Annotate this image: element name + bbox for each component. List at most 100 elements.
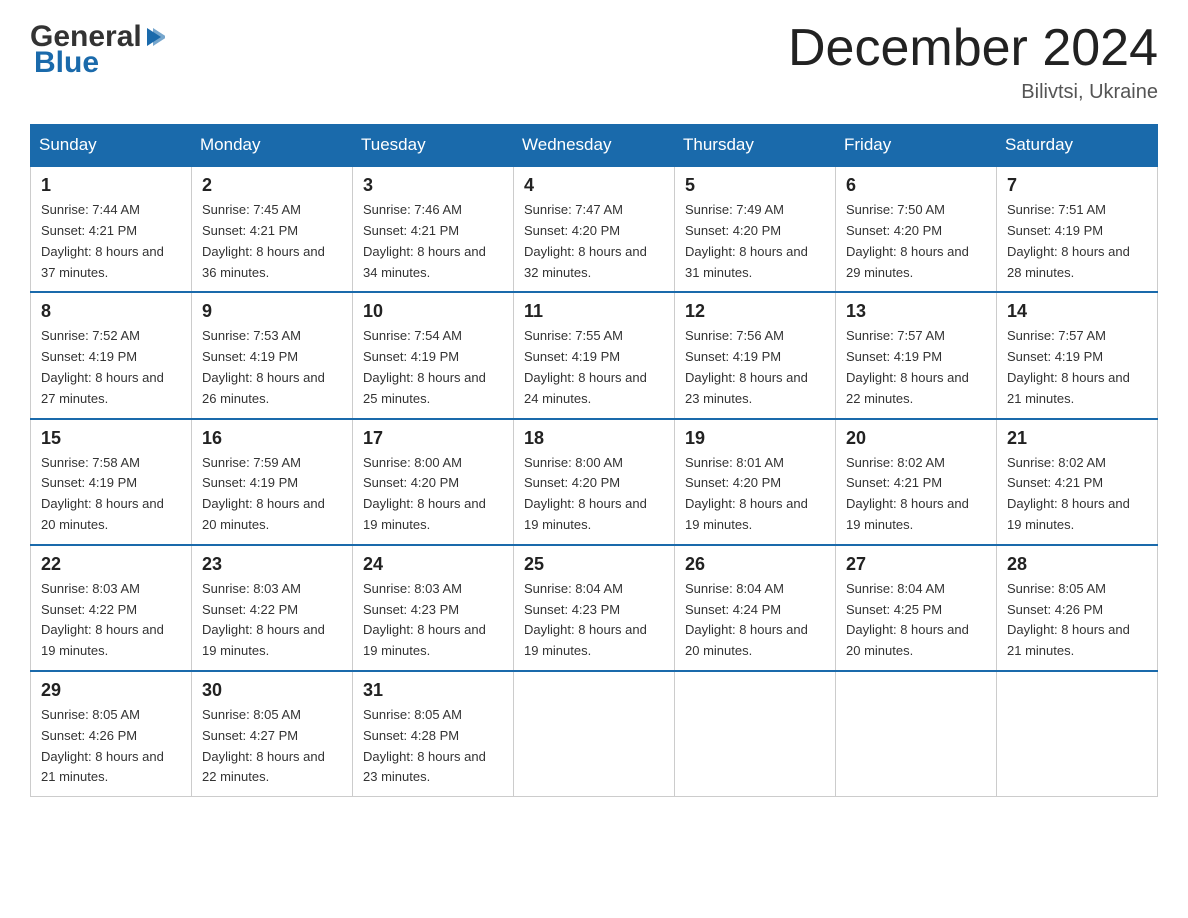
- daylight-label: Daylight: 8 hours and 21 minutes.: [1007, 370, 1130, 406]
- day-number: 30: [202, 680, 342, 701]
- sunset-label: Sunset: 4:23 PM: [363, 602, 459, 617]
- col-thursday: Thursday: [675, 125, 836, 167]
- table-row: 11 Sunrise: 7:55 AM Sunset: 4:19 PM Dayl…: [514, 292, 675, 418]
- sunrise-label: Sunrise: 8:00 AM: [363, 455, 462, 470]
- sunset-label: Sunset: 4:20 PM: [363, 475, 459, 490]
- daylight-label: Daylight: 8 hours and 20 minutes.: [685, 622, 808, 658]
- sunrise-label: Sunrise: 7:44 AM: [41, 202, 140, 217]
- day-number: 22: [41, 554, 181, 575]
- daylight-label: Daylight: 8 hours and 22 minutes.: [202, 749, 325, 785]
- day-number: 26: [685, 554, 825, 575]
- sunset-label: Sunset: 4:19 PM: [41, 475, 137, 490]
- sunset-label: Sunset: 4:19 PM: [202, 349, 298, 364]
- day-number: 17: [363, 428, 503, 449]
- sunset-label: Sunset: 4:19 PM: [202, 475, 298, 490]
- sunset-label: Sunset: 4:24 PM: [685, 602, 781, 617]
- day-info: Sunrise: 7:56 AM Sunset: 4:19 PM Dayligh…: [685, 326, 825, 409]
- day-info: Sunrise: 7:59 AM Sunset: 4:19 PM Dayligh…: [202, 453, 342, 536]
- day-info: Sunrise: 8:05 AM Sunset: 4:26 PM Dayligh…: [41, 705, 181, 788]
- logo-triangle-icon: [143, 26, 165, 48]
- table-row: [675, 671, 836, 797]
- daylight-label: Daylight: 8 hours and 31 minutes.: [685, 244, 808, 280]
- day-number: 15: [41, 428, 181, 449]
- table-row: 4 Sunrise: 7:47 AM Sunset: 4:20 PM Dayli…: [514, 166, 675, 292]
- daylight-label: Daylight: 8 hours and 19 minutes.: [524, 496, 647, 532]
- day-info: Sunrise: 8:01 AM Sunset: 4:20 PM Dayligh…: [685, 453, 825, 536]
- sunrise-label: Sunrise: 8:02 AM: [1007, 455, 1106, 470]
- sunrise-label: Sunrise: 7:47 AM: [524, 202, 623, 217]
- sunrise-label: Sunrise: 7:59 AM: [202, 455, 301, 470]
- daylight-label: Daylight: 8 hours and 23 minutes.: [363, 749, 486, 785]
- day-info: Sunrise: 8:02 AM Sunset: 4:21 PM Dayligh…: [846, 453, 986, 536]
- daylight-label: Daylight: 8 hours and 28 minutes.: [1007, 244, 1130, 280]
- day-info: Sunrise: 8:00 AM Sunset: 4:20 PM Dayligh…: [363, 453, 503, 536]
- daylight-label: Daylight: 8 hours and 24 minutes.: [524, 370, 647, 406]
- sunrise-label: Sunrise: 7:56 AM: [685, 328, 784, 343]
- daylight-label: Daylight: 8 hours and 19 minutes.: [846, 496, 969, 532]
- daylight-label: Daylight: 8 hours and 19 minutes.: [363, 622, 486, 658]
- table-row: 20 Sunrise: 8:02 AM Sunset: 4:21 PM Dayl…: [836, 419, 997, 545]
- sunset-label: Sunset: 4:22 PM: [202, 602, 298, 617]
- sunset-label: Sunset: 4:21 PM: [363, 223, 459, 238]
- daylight-label: Daylight: 8 hours and 36 minutes.: [202, 244, 325, 280]
- day-number: 6: [846, 175, 986, 196]
- sunrise-label: Sunrise: 8:05 AM: [1007, 581, 1106, 596]
- sunrise-label: Sunrise: 8:03 AM: [363, 581, 462, 596]
- sunrise-label: Sunrise: 8:01 AM: [685, 455, 784, 470]
- sunrise-label: Sunrise: 8:05 AM: [41, 707, 140, 722]
- sunset-label: Sunset: 4:25 PM: [846, 602, 942, 617]
- day-info: Sunrise: 7:49 AM Sunset: 4:20 PM Dayligh…: [685, 200, 825, 283]
- day-number: 14: [1007, 301, 1147, 322]
- sunset-label: Sunset: 4:20 PM: [685, 475, 781, 490]
- sunset-label: Sunset: 4:19 PM: [524, 349, 620, 364]
- col-saturday: Saturday: [997, 125, 1158, 167]
- table-row: 29 Sunrise: 8:05 AM Sunset: 4:26 PM Dayl…: [31, 671, 192, 797]
- daylight-label: Daylight: 8 hours and 34 minutes.: [363, 244, 486, 280]
- day-number: 28: [1007, 554, 1147, 575]
- day-number: 5: [685, 175, 825, 196]
- sunset-label: Sunset: 4:22 PM: [41, 602, 137, 617]
- day-info: Sunrise: 7:54 AM Sunset: 4:19 PM Dayligh…: [363, 326, 503, 409]
- day-info: Sunrise: 7:45 AM Sunset: 4:21 PM Dayligh…: [202, 200, 342, 283]
- table-row: 27 Sunrise: 8:04 AM Sunset: 4:25 PM Dayl…: [836, 545, 997, 671]
- daylight-label: Daylight: 8 hours and 19 minutes.: [363, 496, 486, 532]
- sunset-label: Sunset: 4:21 PM: [846, 475, 942, 490]
- day-number: 24: [363, 554, 503, 575]
- table-row: 2 Sunrise: 7:45 AM Sunset: 4:21 PM Dayli…: [192, 166, 353, 292]
- day-info: Sunrise: 7:50 AM Sunset: 4:20 PM Dayligh…: [846, 200, 986, 283]
- day-info: Sunrise: 7:52 AM Sunset: 4:19 PM Dayligh…: [41, 326, 181, 409]
- daylight-label: Daylight: 8 hours and 20 minutes.: [41, 496, 164, 532]
- table-row: 21 Sunrise: 8:02 AM Sunset: 4:21 PM Dayl…: [997, 419, 1158, 545]
- day-info: Sunrise: 8:05 AM Sunset: 4:26 PM Dayligh…: [1007, 579, 1147, 662]
- day-number: 20: [846, 428, 986, 449]
- table-row: 18 Sunrise: 8:00 AM Sunset: 4:20 PM Dayl…: [514, 419, 675, 545]
- table-row: 17 Sunrise: 8:00 AM Sunset: 4:20 PM Dayl…: [353, 419, 514, 545]
- col-sunday: Sunday: [31, 125, 192, 167]
- calendar-table: Sunday Monday Tuesday Wednesday Thursday…: [30, 124, 1158, 797]
- sunrise-label: Sunrise: 7:46 AM: [363, 202, 462, 217]
- day-number: 8: [41, 301, 181, 322]
- day-number: 3: [363, 175, 503, 196]
- table-row: 8 Sunrise: 7:52 AM Sunset: 4:19 PM Dayli…: [31, 292, 192, 418]
- sunrise-label: Sunrise: 7:57 AM: [846, 328, 945, 343]
- sunset-label: Sunset: 4:20 PM: [524, 223, 620, 238]
- calendar-week-row: 15 Sunrise: 7:58 AM Sunset: 4:19 PM Dayl…: [31, 419, 1158, 545]
- day-number: 13: [846, 301, 986, 322]
- sunrise-label: Sunrise: 8:05 AM: [202, 707, 301, 722]
- day-number: 11: [524, 301, 664, 322]
- table-row: 19 Sunrise: 8:01 AM Sunset: 4:20 PM Dayl…: [675, 419, 836, 545]
- daylight-label: Daylight: 8 hours and 37 minutes.: [41, 244, 164, 280]
- sunrise-label: Sunrise: 7:49 AM: [685, 202, 784, 217]
- sunrise-label: Sunrise: 7:45 AM: [202, 202, 301, 217]
- page-header: General Blue December 2024 Bilivtsi, Ukr…: [30, 20, 1158, 104]
- table-row: 6 Sunrise: 7:50 AM Sunset: 4:20 PM Dayli…: [836, 166, 997, 292]
- day-info: Sunrise: 8:04 AM Sunset: 4:25 PM Dayligh…: [846, 579, 986, 662]
- day-number: 18: [524, 428, 664, 449]
- table-row: 23 Sunrise: 8:03 AM Sunset: 4:22 PM Dayl…: [192, 545, 353, 671]
- day-number: 16: [202, 428, 342, 449]
- daylight-label: Daylight: 8 hours and 25 minutes.: [363, 370, 486, 406]
- table-row: 22 Sunrise: 8:03 AM Sunset: 4:22 PM Dayl…: [31, 545, 192, 671]
- sunset-label: Sunset: 4:19 PM: [846, 349, 942, 364]
- logo: General Blue: [30, 20, 166, 80]
- table-row: [997, 671, 1158, 797]
